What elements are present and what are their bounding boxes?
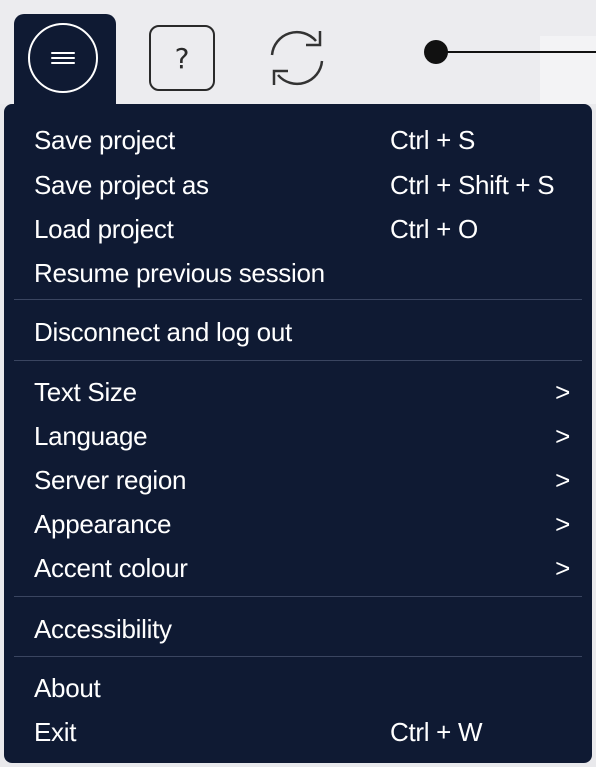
- toolbar: ?: [0, 0, 596, 106]
- menu-item-exit[interactable]: Exit Ctrl + W: [34, 710, 582, 754]
- menu-item-label: Appearance: [34, 509, 172, 539]
- main-menu-panel: Save project Ctrl + S Save project as Ct…: [4, 104, 592, 763]
- menu-item-label: Save project as: [34, 170, 209, 200]
- menu-item-label: Server region: [34, 465, 187, 495]
- menu-divider: [14, 596, 582, 597]
- menu-item-load-project[interactable]: Load project Ctrl + O: [34, 207, 582, 251]
- refresh-icon: [270, 30, 324, 86]
- menu-item-label: Exit: [34, 717, 77, 747]
- menu-item-label: Disconnect and log out: [34, 317, 292, 347]
- question-mark-icon: ?: [174, 41, 190, 75]
- submenu-arrow-icon: >: [555, 377, 570, 407]
- menu-item-accent-colour[interactable]: Accent colour >: [34, 546, 582, 590]
- timeline-slider[interactable]: [420, 32, 596, 72]
- refresh-button[interactable]: [258, 19, 336, 97]
- menu-item-shortcut: Ctrl + Shift + S: [390, 170, 555, 200]
- submenu-arrow-icon: >: [555, 553, 570, 583]
- menu-item-shortcut: Ctrl + S: [390, 125, 476, 155]
- menu-item-label: Text Size: [34, 377, 137, 407]
- menu-item-shortcut: Ctrl + O: [390, 214, 478, 244]
- menu-item-disconnect-log-out[interactable]: Disconnect and log out: [34, 310, 582, 354]
- menu-item-server-region[interactable]: Server region >: [34, 458, 582, 502]
- menu-item-label: Accessibility: [34, 614, 172, 644]
- menu-divider: [14, 360, 582, 361]
- menu-divider: [14, 299, 582, 300]
- submenu-arrow-icon: >: [555, 509, 570, 539]
- menu-item-language[interactable]: Language >: [34, 414, 582, 458]
- menu-item-shortcut: Ctrl + W: [390, 717, 483, 747]
- menu-item-label: Save project: [34, 125, 175, 155]
- menu-item-label: Accent colour: [34, 553, 188, 583]
- menu-item-save-project-as[interactable]: Save project as Ctrl + Shift + S: [34, 163, 582, 207]
- menu-item-label: Language: [34, 421, 148, 451]
- menu-item-label: Resume previous session: [34, 258, 325, 288]
- menu-item-text-size[interactable]: Text Size >: [34, 370, 582, 414]
- submenu-arrow-icon: >: [555, 421, 570, 451]
- menu-item-about[interactable]: About: [34, 666, 582, 710]
- menu-item-label: Load project: [34, 214, 174, 244]
- hamburger-menu-button[interactable]: [28, 23, 98, 93]
- slider-handle[interactable]: [424, 40, 448, 64]
- menu-item-save-project[interactable]: Save project Ctrl + S: [34, 118, 582, 162]
- menu-divider: [14, 656, 582, 657]
- menu-item-appearance[interactable]: Appearance >: [34, 502, 582, 546]
- menu-item-label: About: [34, 673, 101, 703]
- hamburger-menu-icon: [51, 52, 75, 64]
- menu-item-resume-previous-session[interactable]: Resume previous session: [34, 251, 582, 295]
- help-button[interactable]: ?: [149, 25, 215, 91]
- submenu-arrow-icon: >: [555, 465, 570, 495]
- slider-track: [440, 51, 596, 53]
- menu-item-accessibility[interactable]: Accessibility: [34, 607, 582, 651]
